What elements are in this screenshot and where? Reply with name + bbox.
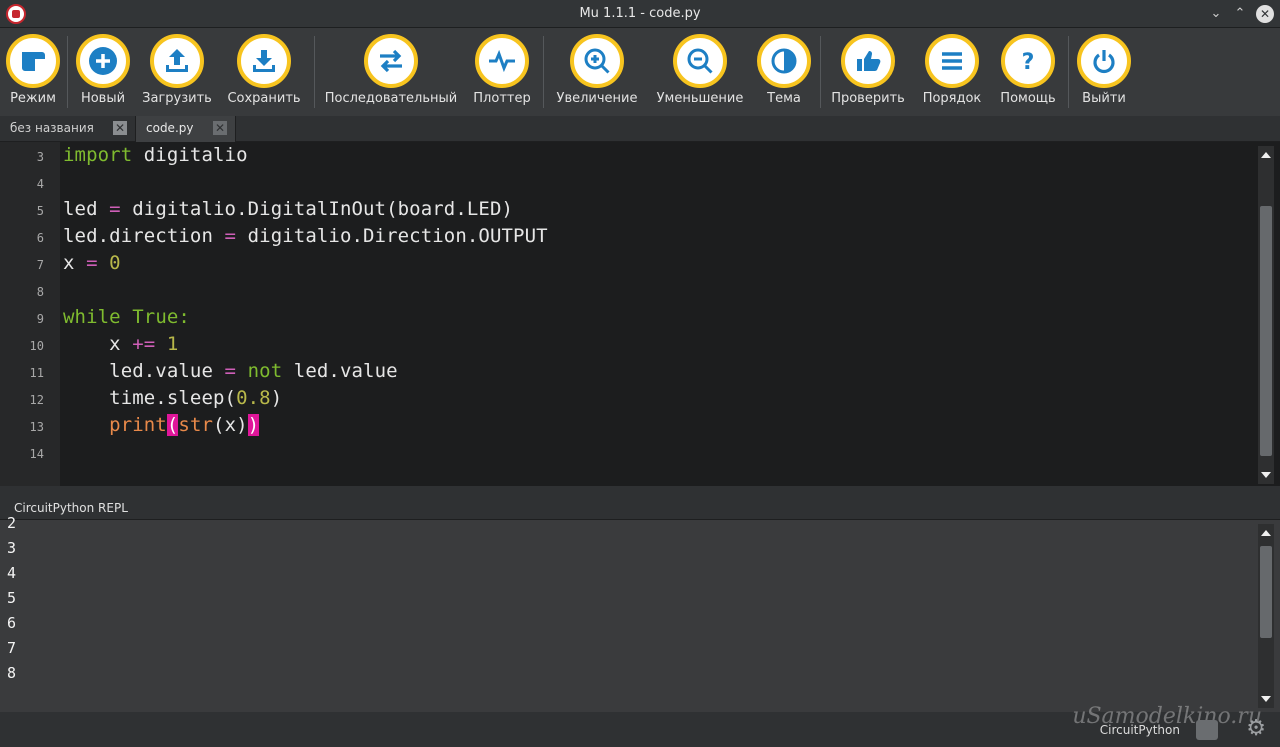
line-number: 5	[36, 204, 44, 218]
zoom-in-icon	[584, 48, 610, 74]
mode-indicator[interactable]: CircuitPython	[1100, 723, 1180, 737]
code-line: x += 1	[63, 333, 179, 355]
line-number-gutter: 3 4 5 6 7 8 9 10 11 12 13 14	[0, 142, 60, 486]
tab-close-icon[interactable]: ✕	[113, 121, 127, 135]
code-line: led.direction = digitalio.Direction.OUTP…	[63, 225, 548, 247]
code-line: led = digitalio.DigitalInOut(board.LED)	[63, 198, 514, 220]
window-title: Mu 1.1.1 - code.py	[579, 6, 701, 21]
repl-output-line: 7	[7, 639, 17, 657]
maximize-button[interactable]: ⌃	[1230, 4, 1250, 24]
line-number: 10	[29, 339, 44, 353]
svg-text:?: ?	[1022, 50, 1035, 75]
repl-output-line: 5	[7, 589, 17, 607]
status-bar: uSamodelkino.ru CircuitPython ⚙	[0, 704, 1280, 747]
code-line: import digitalio	[63, 144, 248, 166]
pulse-icon	[489, 49, 515, 73]
swap-arrows-icon	[380, 49, 402, 73]
line-number: 7	[36, 258, 44, 272]
title-bar: Mu 1.1.1 - code.py ⌄ ⌃ ✕	[0, 0, 1280, 28]
code-line: time.sleep(0.8)	[63, 387, 283, 409]
code-line: x = 0	[63, 252, 121, 274]
line-number: 3	[36, 150, 44, 164]
tab-label: code.py	[146, 121, 194, 135]
save-button[interactable]: Сохранить	[214, 28, 314, 116]
code-line: print(str(x))	[109, 414, 260, 436]
toolbar-separator	[314, 36, 315, 108]
repl-output-line: 3	[7, 539, 17, 557]
line-number: 4	[36, 177, 44, 191]
mode-icon	[22, 52, 45, 71]
scroll-down-icon[interactable]	[1261, 696, 1271, 702]
quit-button[interactable]: Выйти	[1054, 28, 1154, 116]
serial-button[interactable]: Последовательный	[325, 28, 457, 116]
repl-output-line: 2	[7, 514, 17, 532]
pane-splitter[interactable]	[0, 486, 1280, 494]
close-window-button[interactable]: ✕	[1256, 5, 1274, 23]
line-number: 11	[29, 366, 44, 380]
tab-bar: без названия ✕ code.py ✕	[0, 116, 1280, 142]
device-icon	[1196, 720, 1218, 740]
toolbar: Режим Новый Загрузить Сохранить Последов…	[0, 28, 1280, 116]
repl-console[interactable]: 2 3 4 5 6 7 8	[0, 514, 1280, 712]
line-number: 12	[29, 393, 44, 407]
repl-output-line: 8	[7, 664, 17, 682]
download-icon	[253, 50, 275, 72]
line-number: 14	[29, 447, 44, 461]
thumbs-up-icon	[857, 51, 881, 71]
scroll-down-icon[interactable]	[1261, 472, 1271, 478]
tab-label: без названия	[10, 121, 94, 135]
tab-untitled[interactable]: без названия ✕	[0, 116, 136, 142]
scrollbar-thumb[interactable]	[1260, 206, 1272, 456]
plus-icon	[89, 47, 117, 75]
line-number: 9	[36, 312, 44, 326]
repl-scrollbar[interactable]	[1258, 524, 1274, 708]
code-line: led.value = not led.value	[63, 360, 398, 382]
line-number: 6	[36, 231, 44, 245]
power-icon	[1093, 50, 1115, 74]
lines-icon	[942, 52, 962, 70]
line-number: 8	[36, 285, 44, 299]
repl-output-line: 6	[7, 614, 17, 632]
minimize-button[interactable]: ⌄	[1206, 4, 1226, 24]
repl-output-line: 4	[7, 564, 17, 582]
scroll-up-icon[interactable]	[1261, 530, 1271, 536]
tab-close-icon[interactable]: ✕	[213, 121, 227, 135]
scrollbar-thumb[interactable]	[1260, 546, 1272, 638]
gear-icon[interactable]: ⚙	[1246, 717, 1266, 741]
contrast-icon	[771, 48, 797, 74]
line-number: 13	[29, 420, 44, 434]
scroll-up-icon[interactable]	[1261, 152, 1271, 158]
code-editor[interactable]: 3 4 5 6 7 8 9 10 11 12 13 14 import digi…	[0, 142, 1280, 486]
save-label: Сохранить	[227, 91, 301, 106]
code-line: while True:	[63, 306, 190, 328]
question-icon: ?	[1022, 50, 1035, 75]
editor-scrollbar[interactable]	[1258, 146, 1274, 484]
quit-label: Выйти	[1082, 91, 1126, 106]
repl-pane-title: CircuitPython REPL	[0, 494, 1280, 520]
tab-code-py[interactable]: code.py ✕	[136, 116, 236, 142]
upload-icon	[166, 49, 188, 72]
zoom-out-icon	[687, 48, 713, 74]
